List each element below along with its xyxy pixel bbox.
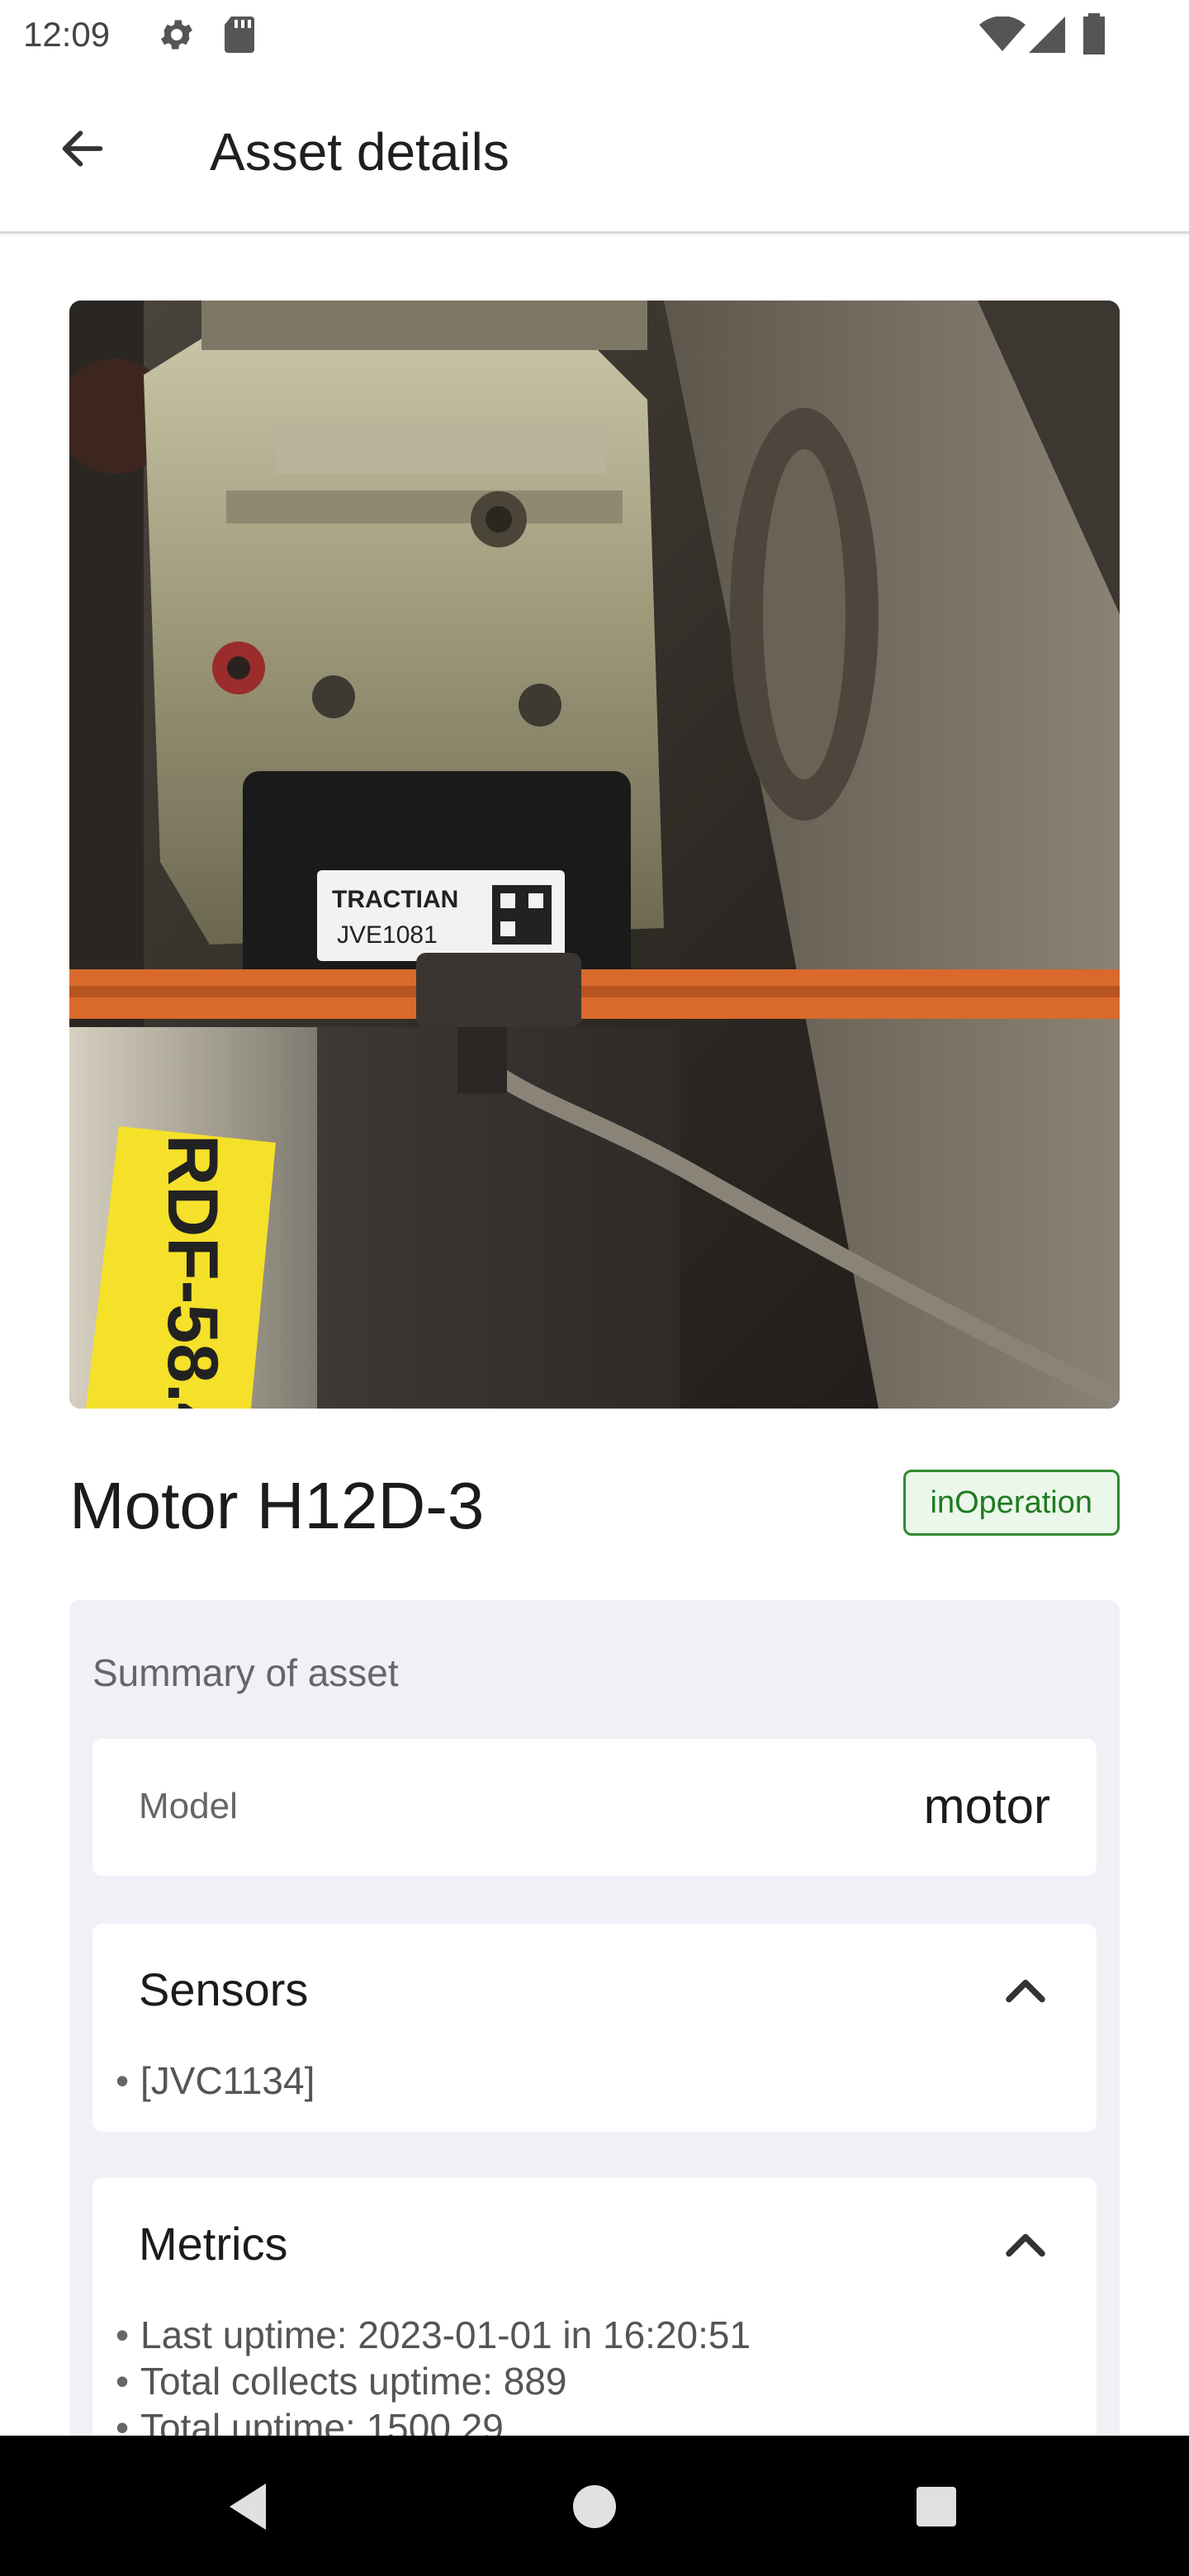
model-label: Model — [139, 1786, 238, 1826]
list-item: • Last uptime: 2023-01-01 in 16:20:51 — [116, 2313, 751, 2356]
chevron-up-icon[interactable] — [1001, 1968, 1050, 2010]
sd-card-icon — [221, 15, 258, 59]
sensors-list: • [JVC1134] — [116, 2057, 315, 2104]
app-bar: Asset details — [0, 69, 1189, 234]
square-recents-icon — [915, 2485, 958, 2532]
chevron-up-icon[interactable] — [1001, 2223, 1050, 2264]
signal-icon — [1029, 17, 1065, 57]
asset-photo: TRACTIAN JVE1081 RDF-58.4 — [69, 301, 1120, 1409]
wifi-icon — [979, 16, 1026, 57]
back-button[interactable] — [43, 111, 122, 190]
model-value: motor — [923, 1778, 1050, 1834]
summary-title: Summary of asset — [92, 1651, 399, 1694]
triangle-back-icon — [223, 2480, 272, 2537]
metrics-list: • Last uptime: 2023-01-01 in 16:20:51 • To… — [116, 2312, 751, 2451]
status-bar: 12:09 — [0, 0, 1189, 69]
list-item: • [JVC1134] — [116, 2059, 315, 2102]
navigation-bar — [0, 2436, 1189, 2576]
nav-home-button[interactable] — [553, 2467, 636, 2550]
battery-icon — [1082, 13, 1106, 59]
nav-recents-button[interactable] — [895, 2467, 978, 2550]
metrics-title: Metrics — [139, 2218, 288, 2270]
sensors-card[interactable]: Sensors • [JVC1134] — [92, 1924, 1097, 2132]
status-badge: inOperation — [902, 1470, 1120, 1536]
svg-text:RDF-58.4: RDF-58.4 — [153, 1134, 232, 1409]
summary-panel: Summary of asset Model motor Sensors • [J… — [69, 1600, 1120, 2525]
gear-icon — [157, 15, 197, 59]
asset-name: Motor H12D-3 — [69, 1469, 485, 1542]
circle-home-icon — [571, 2484, 618, 2534]
nav-back-button[interactable] — [206, 2467, 289, 2550]
page-title: Asset details — [210, 122, 509, 182]
sensors-title: Sensors — [139, 1963, 309, 2015]
status-time: 12:09 — [23, 15, 111, 54]
arrow-back-icon — [56, 122, 109, 179]
model-card: Model motor — [92, 1739, 1097, 1876]
svg-text:TRACTIAN: TRACTIAN — [332, 886, 458, 913]
svg-text:JVE1081: JVE1081 — [337, 921, 438, 949]
list-item: • Total collects uptime: 889 — [116, 2360, 567, 2403]
